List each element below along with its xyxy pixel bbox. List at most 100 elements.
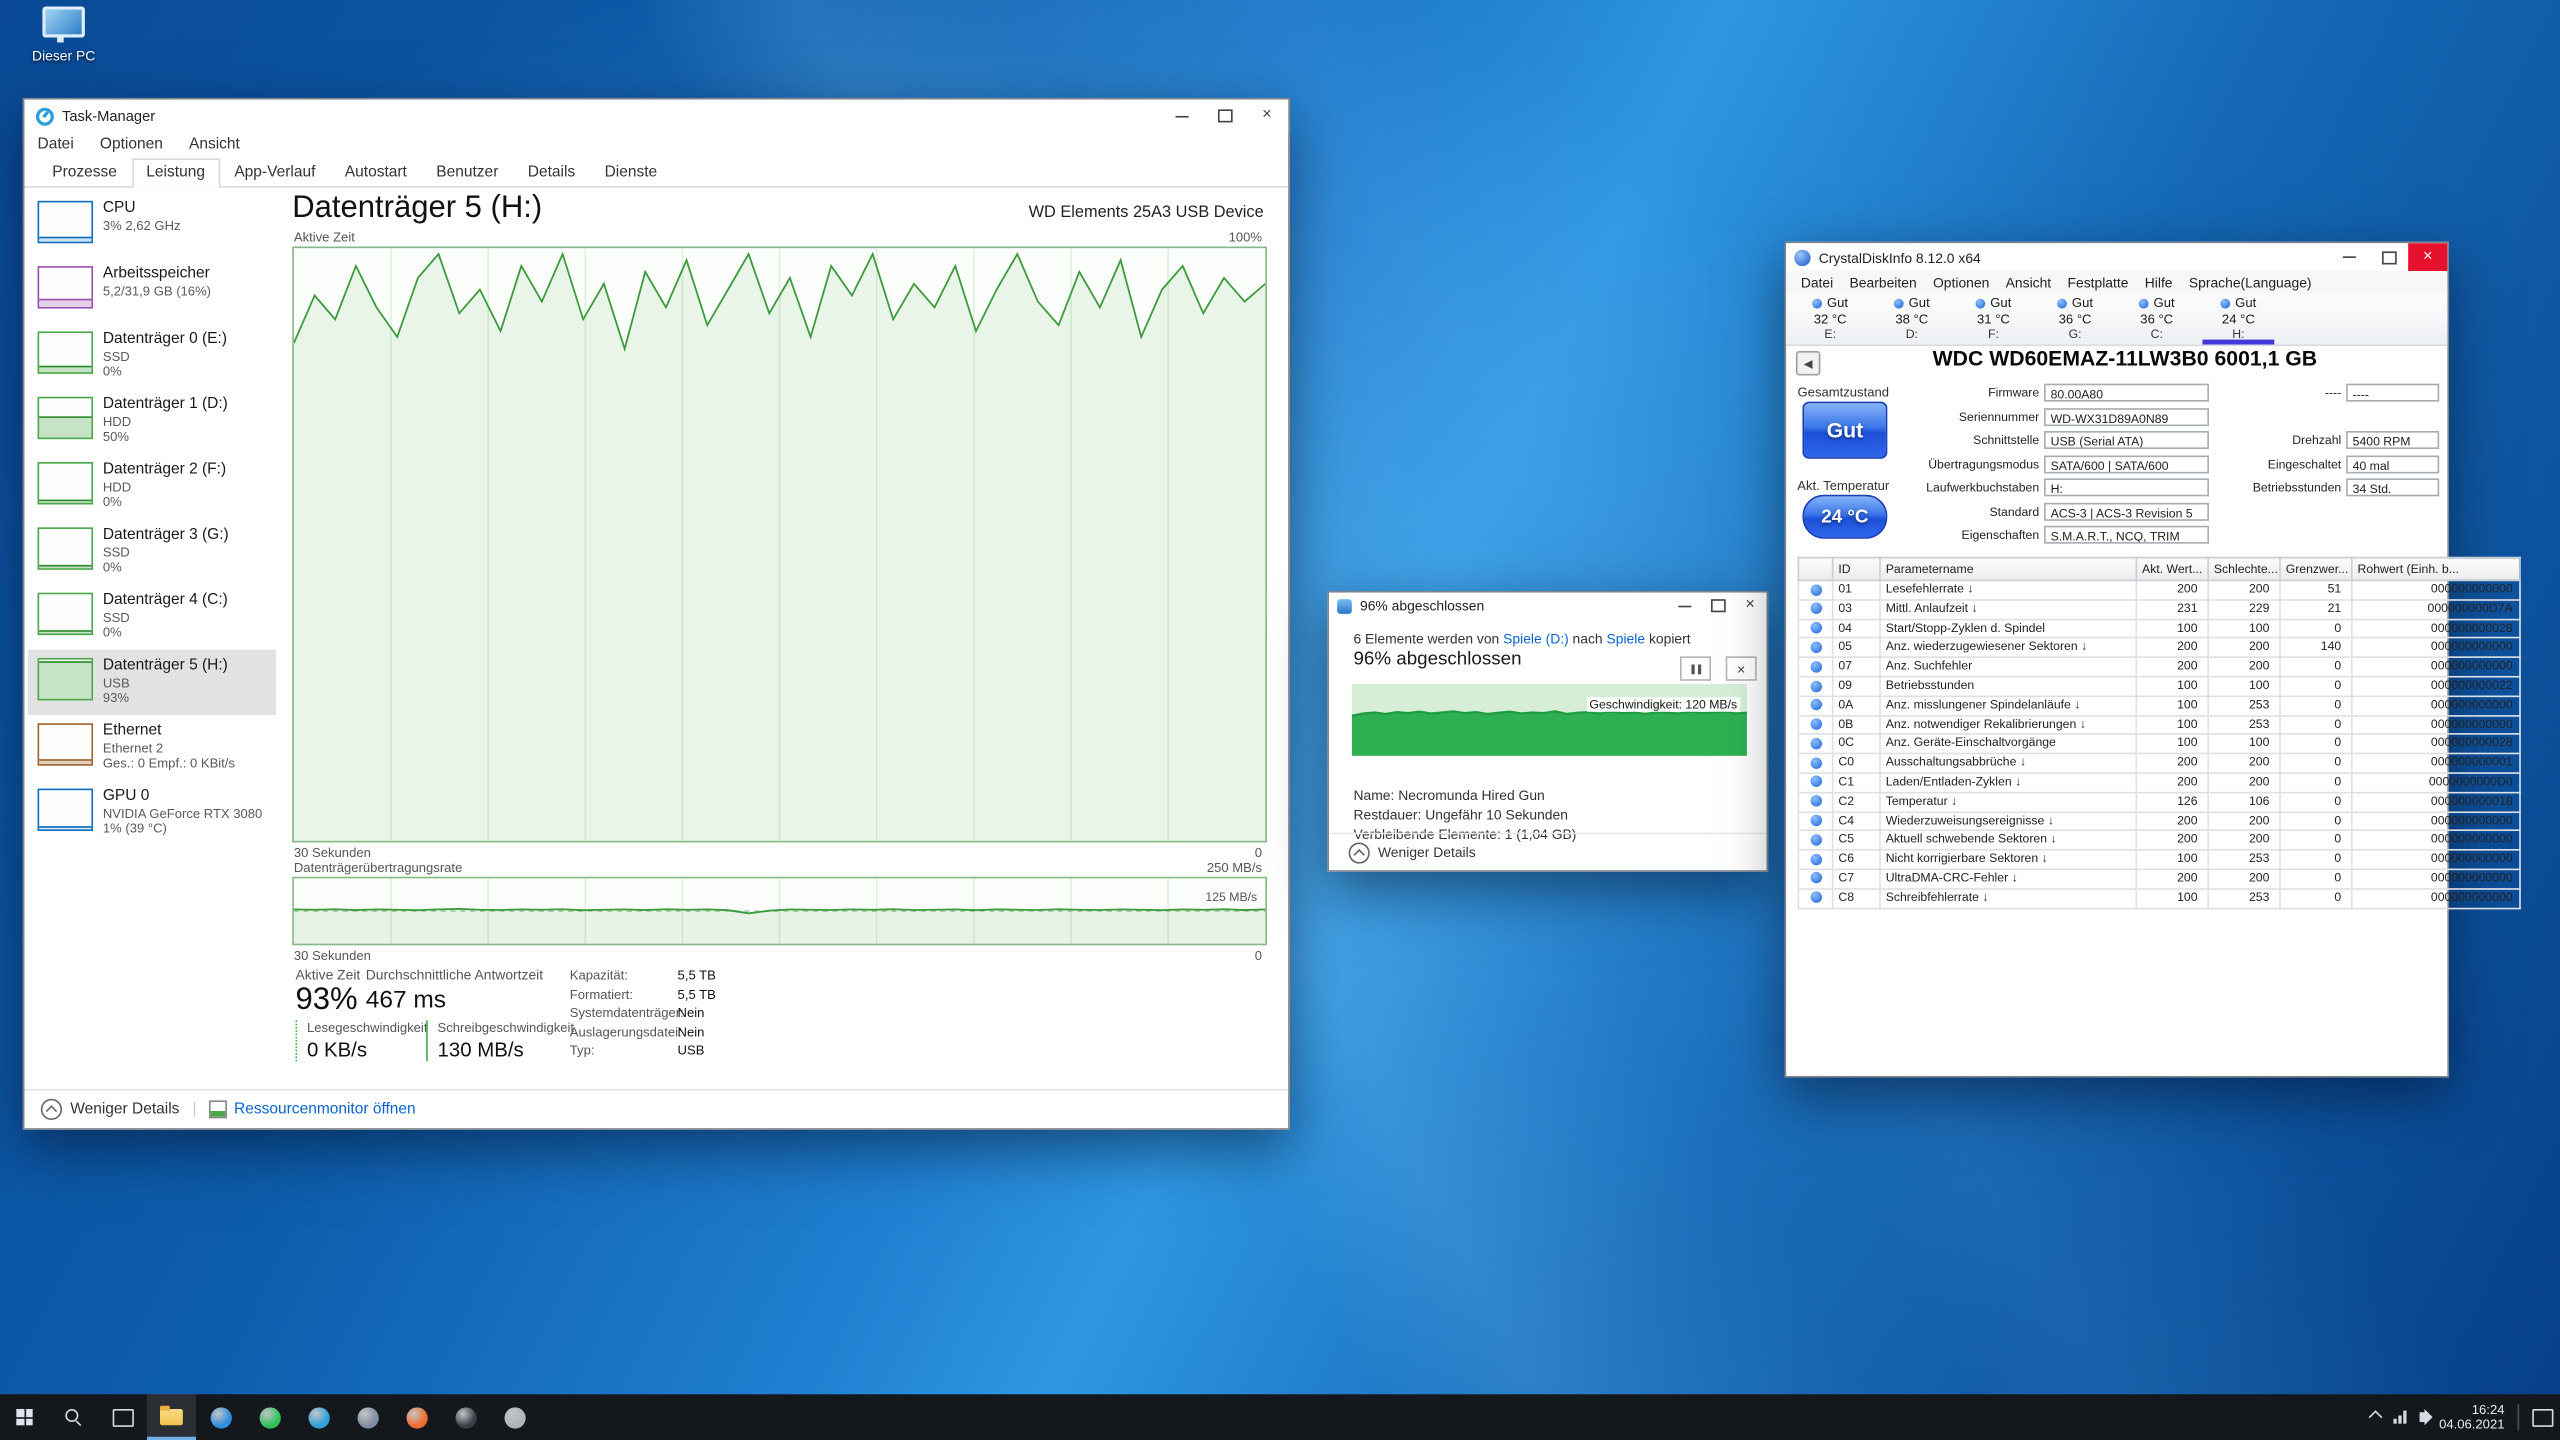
tm-menu-ansicht[interactable]: Ansicht [189, 136, 240, 154]
smart-row-C2[interactable]: C2Temperatur ↓1261060000000000018 [1798, 792, 2520, 811]
cdi-menu-ansicht[interactable]: Ansicht [1997, 274, 2059, 290]
close-button[interactable]: × [1246, 100, 1288, 133]
taskbar-app-steam[interactable] [343, 1394, 392, 1440]
pause-button[interactable] [1680, 656, 1711, 680]
tm-tab-leistung[interactable]: Leistung [132, 158, 220, 187]
smart-cell-raw: 000000000000 [2352, 850, 2520, 869]
cdi-drive-g[interactable]: Gut36 °CG: [2034, 294, 2116, 345]
smart-row-C4[interactable]: C4Wiederzuweisungsereignisse ↓2002000000… [1798, 812, 2520, 831]
smart-row-01[interactable]: 01Lesefehlerrate ↓20020051000000000000 [1798, 580, 2520, 599]
cdi-drive-c[interactable]: Gut36 °CC: [2116, 294, 2198, 345]
cdi-menu-datei[interactable]: Datei [1793, 274, 1842, 290]
resource-monitor-link[interactable]: Ressourcenmonitor öffnen [234, 1100, 416, 1118]
tm-sidebar-item-datentr-ger-2-f[interactable]: Datenträger 2 (F:)HDD0% [28, 454, 276, 519]
taskbar-app-firefox[interactable] [392, 1394, 441, 1440]
taskbar-app-edge[interactable] [196, 1394, 245, 1440]
tm-sidebar-item-datentr-ger-0-e[interactable]: Datenträger 0 (E:)SSD0% [28, 323, 276, 388]
cdi-titlebar[interactable]: CrystalDiskInfo 8.12.0 x64 × [1786, 243, 2447, 271]
start-button[interactable] [0, 1394, 49, 1440]
copy-close-button[interactable]: × [1734, 593, 1767, 619]
tm-sidebar-item-ethernet[interactable]: EthernetEthernet 2Ges.: 0 Empf.: 0 KBit/… [28, 715, 276, 780]
tm-tab-dienste[interactable]: Dienste [590, 158, 672, 186]
smart-row-05[interactable]: 05Anz. wiederzugewiesener Sektoren ↓2002… [1798, 638, 2520, 657]
smart-row-0A[interactable]: 0AAnz. misslungener Spindelanläufe ↓1002… [1798, 696, 2520, 715]
cdi-menu-festplatte[interactable]: Festplatte [2059, 274, 2136, 290]
tray-chevron-up-icon[interactable] [2369, 1410, 2383, 1424]
tm-sidebar-item-arbeitsspeicher[interactable]: Arbeitsspeicher5,2/31,9 GB (16%) [28, 258, 276, 323]
smart-row-07[interactable]: 07Anz. Suchfehler2002000000000000000 [1798, 657, 2520, 676]
temperature-button[interactable]: 24 °C [1802, 495, 1887, 539]
copy-minimize-button[interactable] [1669, 593, 1702, 619]
smart-cell-current: 100 [2136, 696, 2208, 715]
cdi-drive-h[interactable]: Gut24 °CH: [2198, 294, 2280, 345]
task-view-button[interactable] [98, 1394, 147, 1440]
tm-sidebar-item-datentr-ger-4-c[interactable]: Datenträger 4 (C:)SSD0% [28, 584, 276, 649]
tm-menu-optionen[interactable]: Optionen [100, 136, 163, 154]
smart-row-C6[interactable]: C6Nicht korrigierbare Sektoren ↓10025300… [1798, 850, 2520, 869]
taskbar-app-settings[interactable] [490, 1394, 539, 1440]
health-status-dot-icon [2057, 298, 2067, 308]
cdi-menu-hilfe[interactable]: Hilfe [2137, 274, 2181, 290]
back-arrow-button[interactable]: ◀ [1796, 351, 1820, 375]
copy-target-link[interactable]: Spiele [1607, 630, 1646, 646]
taskbar-app-file-explorer[interactable] [147, 1394, 196, 1440]
smart-row-04[interactable]: 04Start/Stopp-Zyklen d. Spindel100100000… [1798, 619, 2520, 638]
taskbar-app-telegram[interactable] [294, 1394, 343, 1440]
tm-sidebar-item-gpu-0[interactable]: GPU 0NVIDIA GeForce RTX 30801% (39 °C) [28, 780, 276, 845]
taskbar-app-whatsapp[interactable] [245, 1394, 294, 1440]
smart-row-03[interactable]: 03Mittl. Anlaufzeit ↓23122921000000000D7… [1798, 600, 2520, 619]
smart-row-C7[interactable]: C7UltraDMA-CRC-Fehler ↓20020000000000000… [1798, 869, 2520, 888]
chevron-up-icon[interactable] [41, 1099, 62, 1120]
tm-sidebar-item-datentr-ger-5-h[interactable]: Datenträger 5 (H:)USB93% [28, 650, 276, 715]
active-time-timespan-label: 30 Sekunden [294, 846, 371, 861]
copy-less-details-button[interactable]: Weniger Details [1378, 844, 1476, 860]
tm-tab-app-verlauf[interactable]: App-Verlauf [220, 158, 330, 186]
taskbar-clock[interactable]: 16:24 04.06.2021 [2439, 1402, 2504, 1433]
cdi-menu-optionen[interactable]: Optionen [1925, 274, 1998, 290]
task-manager-titlebar[interactable]: Task-Manager × [24, 100, 1288, 133]
smart-row-0B[interactable]: 0BAnz. notwendiger Rekalibrierungen ↓100… [1798, 715, 2520, 734]
tm-menu-datei[interactable]: Datei [38, 136, 74, 154]
action-center-icon[interactable] [2532, 1408, 2553, 1426]
network-icon[interactable] [2393, 1411, 2406, 1424]
cdi-close-button[interactable]: × [2408, 243, 2447, 271]
cdi-menu-sprache-language[interactable]: Sprache(Language) [2181, 274, 2320, 290]
minimize-button[interactable] [1161, 100, 1203, 133]
volume-icon[interactable] [2420, 1412, 2427, 1422]
smart-row-C0[interactable]: C0Ausschaltungsabbrüche ↓200200000000000… [1798, 754, 2520, 773]
cdi-drive-f[interactable]: Gut31 °CF: [1953, 294, 2035, 345]
health-status-button[interactable]: Gut [1802, 402, 1887, 459]
smart-row-0C[interactable]: 0CAnz. Geräte-Einschaltvorgänge100100000… [1798, 734, 2520, 753]
less-details-button[interactable]: Weniger Details [70, 1100, 179, 1118]
cdi-drive-d[interactable]: Gut38 °CD: [1871, 294, 1953, 345]
search-button[interactable] [49, 1394, 98, 1440]
copy-source-link[interactable]: Spiele (D:) [1503, 630, 1569, 646]
read-speed-value: 0 KB/s [307, 1038, 431, 1061]
tm-tab-prozesse[interactable]: Prozesse [38, 158, 132, 186]
cdi-maximize-button[interactable] [2369, 243, 2408, 271]
tm-sidebar-item-datentr-ger-3-g[interactable]: Datenträger 3 (G:)SSD0% [28, 519, 276, 584]
tm-sidebar-item-cpu[interactable]: CPU3% 2,62 GHz [28, 193, 276, 258]
cdi-menu-bearbeiten[interactable]: Bearbeiten [1841, 274, 1924, 290]
cdi-minimize-button[interactable] [2330, 243, 2369, 271]
smart-row-C1[interactable]: C1Laden/Entladen-Zyklen ↓200200000000000… [1798, 773, 2520, 792]
smart-row-C8[interactable]: C8Schreibfehlerrate ↓1002530000000000000 [1798, 889, 2520, 908]
tm-tab-benutzer[interactable]: Benutzer [422, 158, 513, 186]
tm-sidebar-item-datentr-ger-1-d[interactable]: Datenträger 1 (D:)HDD50% [28, 389, 276, 454]
copy-dialog-titlebar[interactable]: 96% abgeschlossen × [1329, 593, 1767, 619]
taskbar-app-epic-games[interactable] [441, 1394, 490, 1440]
cdi-drive-e[interactable]: Gut32 °CE: [1789, 294, 1871, 345]
tm-tab-details[interactable]: Details [513, 158, 590, 186]
smart-cell-name: Start/Stopp-Zyklen d. Spindel [1880, 619, 2136, 638]
chevron-up-icon[interactable] [1349, 842, 1370, 863]
smart-row-09[interactable]: 09Betriebsstunden1001000000000000022 [1798, 677, 2520, 696]
copy-maximize-button[interactable] [1701, 593, 1734, 619]
desktop-icon-dieser-pc[interactable]: Dieser PC [20, 7, 108, 64]
smart-row-C5[interactable]: C5Aktuell schwebende Sektoren ↓200200000… [1798, 831, 2520, 850]
tm-sidebar-item-sub: USB [103, 675, 228, 691]
maximize-button[interactable] [1203, 100, 1245, 133]
tm-tab-autostart[interactable]: Autostart [330, 158, 421, 186]
cancel-copy-button[interactable]: × [1726, 656, 1757, 680]
task-view-icon [112, 1408, 133, 1426]
drive-letter: E: [1789, 327, 1871, 342]
